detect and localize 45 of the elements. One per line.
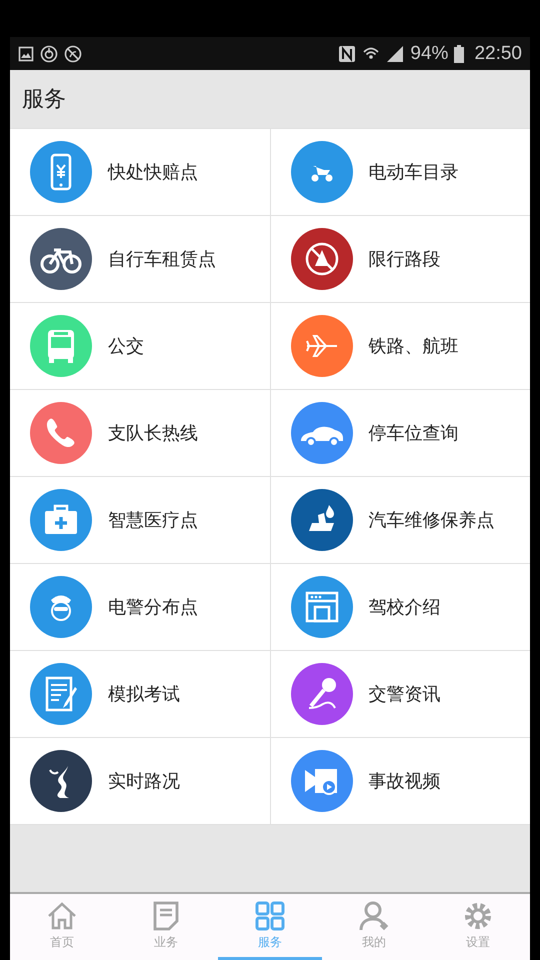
gear-icon [462,900,494,932]
service-item[interactable]: 电动车目录 [270,129,530,215]
battery-icon [454,44,464,62]
service-label: 交警资讯 [368,683,440,706]
page-title: 服务 [22,86,66,114]
service-label: 自行车租赁点 [108,248,216,271]
service-label: 停车位查询 [368,422,458,445]
service-item[interactable]: 驾校介绍 [270,564,530,650]
service-label: 公交 [108,335,144,358]
service-item[interactable]: 自行车租赁点 [10,216,270,302]
service-label: 事故视频 [368,770,440,793]
nfc-icon [338,44,356,62]
service-label: 限行路段 [368,248,440,271]
service-label: 汽车维修保养点 [368,509,494,532]
service-item[interactable]: 智慧医疗点 [10,477,270,563]
service-item[interactable]: 电警分布点 [10,564,270,650]
service-item[interactable]: 公交 [10,303,270,389]
grid-icon [254,900,286,932]
service-item[interactable]: 支队长热线 [10,390,270,476]
service-label: 驾校介绍 [368,596,440,619]
service-item[interactable]: 模拟考试 [10,651,270,737]
service-label: 快处快赔点 [108,161,198,184]
service-label: 支队长热线 [108,422,198,445]
service-label: 实时路况 [108,770,180,793]
service-item[interactable]: 汽车维修保养点 [270,477,530,563]
service-label: 电动车目录 [368,161,458,184]
clock-time: 22:50 [474,42,522,64]
signal-icon [386,44,404,62]
service-label: 模拟考试 [108,683,180,706]
service-item[interactable]: 快处快赔点 [10,129,270,215]
service-item[interactable]: 交警资讯 [270,651,530,737]
service-item[interactable]: 限行路段 [270,216,530,302]
image-icon [18,46,34,62]
blocked-icon [64,44,82,62]
sync-icon [40,44,58,62]
home-icon [46,900,78,932]
battery-percentage: 94% [410,42,448,64]
service-item[interactable]: 停车位查询 [270,390,530,476]
service-item[interactable]: 事故视频 [270,738,530,824]
service-label: 电警分布点 [108,596,198,619]
service-label: 智慧医疗点 [108,509,198,532]
service-item[interactable]: 实时路况 [10,738,270,824]
service-label: 铁路、航班 [368,335,458,358]
person-icon [358,900,390,932]
service-item[interactable]: 铁路、航班 [270,303,530,389]
